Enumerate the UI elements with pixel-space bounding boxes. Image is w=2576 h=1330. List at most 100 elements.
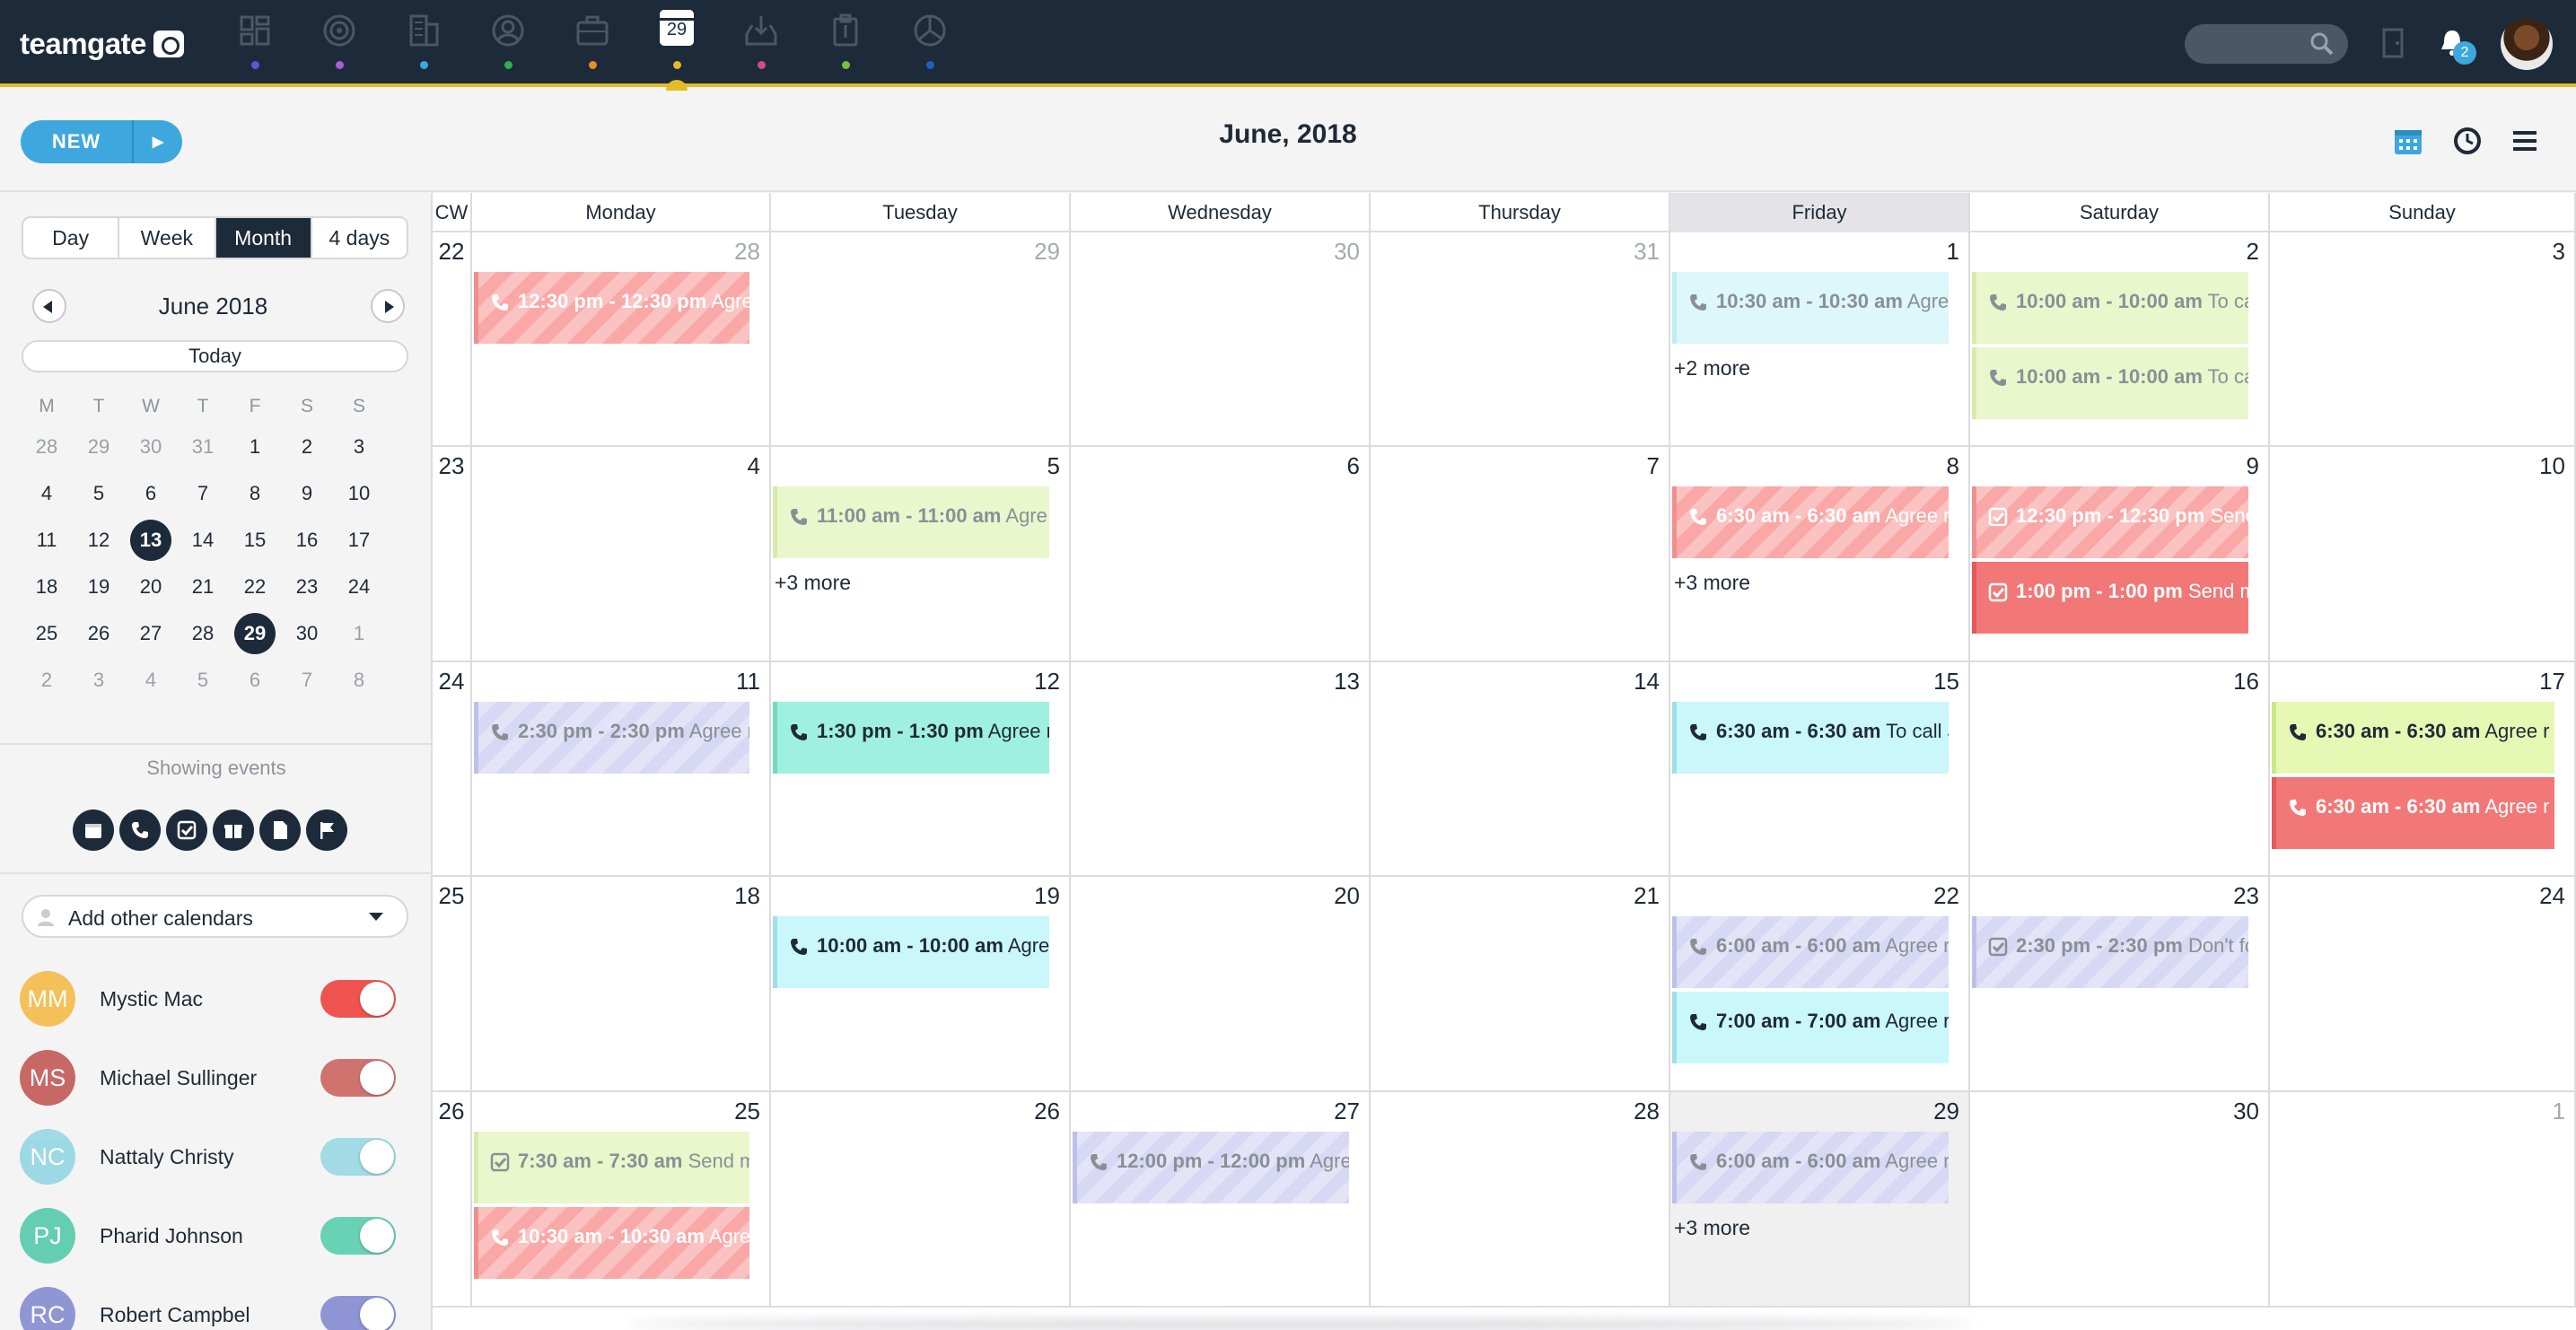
filter-calendar-icon[interactable] [73,809,114,851]
day-cell[interactable]: 22 6:00 am - 6:00 am Agree r 7:00 am - 7:0… [1670,877,1970,1090]
tab-week[interactable]: Week [119,218,216,258]
calendar-event[interactable]: 6:00 am - 6:00 am Agree r [1672,1132,1949,1203]
day-cell[interactable]: 3 [2270,232,2576,445]
day-cell[interactable]: 16 [1970,662,2270,875]
door-icon[interactable] [2375,25,2411,61]
day-cell[interactable]: 30 [1970,1092,2270,1306]
mini-day[interactable]: 14 [177,517,229,564]
calendar-event[interactable]: 7:30 am - 7:30 am Send m [474,1132,749,1203]
mini-day[interactable]: 7 [177,470,229,517]
person-calendar-toggle[interactable] [320,1059,396,1097]
person-calendar-toggle[interactable] [320,980,396,1018]
nav-calendar-button[interactable]: 29 [650,10,704,75]
calendar-event[interactable]: 7:00 am - 7:00 am Agree r [1672,992,1949,1063]
day-cell[interactable]: 31 [1371,232,1670,445]
mini-day[interactable]: 8 [229,470,281,517]
mini-day[interactable]: 18 [21,564,73,610]
day-cell[interactable]: 25 7:30 am - 7:30 am Send m 10:30 am - 10:… [472,1092,771,1306]
day-cell[interactable]: 4 [472,447,771,661]
nav-briefcase-button[interactable] [565,13,619,75]
tab-4-days[interactable]: 4 days [312,218,407,258]
mini-day[interactable]: 22 [229,564,281,610]
mini-day[interactable]: 25 [21,610,73,657]
filter-gift-icon[interactable] [213,809,254,851]
day-cell[interactable]: 13 [1071,662,1371,875]
day-cell[interactable]: 26 [771,1092,1071,1306]
calendar-event[interactable]: 10:00 am - 10:00 am To ca [1972,347,2248,419]
filter-phone-icon[interactable] [119,809,161,851]
day-cell[interactable]: 912:30 pm - 12:30 pm Senc1:00 pm - 1:00 … [1970,447,2270,661]
day-cell[interactable]: 20 [1071,877,1371,1090]
new-button[interactable]: NEW ▶ [21,120,182,163]
day-cell[interactable]: 5 11:00 am - 11:00 am Agre +3 more [771,447,1071,661]
nav-dashboard-button[interactable] [228,13,282,75]
nav-target-button[interactable] [312,13,366,75]
calendar-event[interactable]: 2:30 pm - 2:30 pm Agree r [474,702,749,774]
mini-day[interactable]: 7 [281,657,333,704]
add-other-calendars-dropdown[interactable]: Add other calendars [22,895,408,938]
mini-day[interactable]: 19 [73,564,125,610]
calendar-event[interactable]: 10:30 am - 10:30 am Agre [474,1207,749,1279]
day-cell[interactable]: 28 12:30 pm - 12:30 pm Agre [472,232,771,445]
mini-day[interactable]: 12 [73,517,125,564]
calendar-event[interactable]: 2:30 pm - 2:30 pm Don't fo [1972,916,2248,988]
mini-day[interactable]: 9 [281,470,333,517]
person-calendar-toggle[interactable] [320,1138,396,1176]
mini-day[interactable]: 1 [229,424,281,470]
mini-day[interactable]: 8 [333,657,385,704]
calendar-event[interactable]: 12:30 pm - 12:30 pm Agre [474,272,749,344]
teamgate-logo[interactable]: teamgate [20,27,184,61]
day-cell[interactable]: 7 [1371,447,1670,661]
mini-day[interactable]: 24 [333,564,385,610]
mini-day[interactable]: 26 [73,610,125,657]
calendar-event[interactable]: 1:30 pm - 1:30 pm Agree r [773,702,1049,774]
mini-day[interactable]: 3 [73,657,125,704]
filter-document-icon[interactable] [259,809,301,851]
more-events-link[interactable]: +3 more [1674,1216,1750,1240]
mini-day[interactable]: 28 [21,424,73,470]
calendar-event[interactable]: 6:30 am - 6:30 am To call J [1672,702,1949,774]
calendar-event[interactable]: 10:30 am - 10:30 am Agre [1672,272,1949,344]
day-cell[interactable]: 21 [1371,877,1670,1090]
mini-day[interactable]: 23 [281,564,333,610]
clock-icon[interactable] [2450,124,2484,158]
mini-day[interactable]: 29 [73,424,125,470]
next-month-icon[interactable] [371,289,405,323]
day-cell[interactable]: 27 12:00 pm - 12:00 pm Agre [1071,1092,1371,1306]
day-cell[interactable]: 11 2:30 pm - 2:30 pm Agree r [472,662,771,875]
mini-day[interactable]: 1 [333,610,385,657]
day-cell[interactable]: 17 6:30 am - 6:30 am Agree r 6:30 am - 6:3… [2270,662,2576,875]
mini-day[interactable]: 27 [125,610,177,657]
nav-building-button[interactable] [397,13,451,75]
more-events-link[interactable]: +2 more [1674,356,1750,381]
mini-day[interactable]: 21 [177,564,229,610]
tab-month[interactable]: Month [215,218,312,258]
calendar-event[interactable]: 12:30 pm - 12:30 pm Senc [1972,486,2248,558]
more-events-link[interactable]: +3 more [1674,571,1750,595]
day-cell[interactable]: 1 10:30 am - 10:30 am Agre +2 more [1670,232,1970,445]
calendar-view-icon[interactable] [2391,124,2425,158]
previous-month-icon[interactable] [32,289,66,323]
mini-day[interactable]: 6 [125,470,177,517]
calendar-event[interactable]: 10:00 am - 10:00 am Agre [773,916,1049,988]
person-calendar-toggle[interactable] [320,1217,396,1255]
nav-clipboard-button[interactable] [819,13,872,75]
nav-pie-chart-button[interactable] [903,13,957,75]
mini-day[interactable]: 5 [73,470,125,517]
mini-day[interactable]: 2 [21,657,73,704]
mini-day[interactable]: 13 [125,517,177,564]
mini-day[interactable]: 16 [281,517,333,564]
calendar-event[interactable]: 6:30 am - 6:30 am Agree r [1672,486,1949,558]
user-avatar[interactable] [2501,18,2553,70]
mini-day[interactable]: 28 [177,610,229,657]
day-cell[interactable]: 1 [2270,1092,2576,1306]
mini-day[interactable]: 4 [21,470,73,517]
mini-day[interactable]: 4 [125,657,177,704]
mini-day[interactable]: 15 [229,517,281,564]
day-cell[interactable]: 10 [2270,447,2576,661]
day-cell[interactable]: 29 6:00 am - 6:00 am Agree r +3 more [1670,1092,1970,1306]
day-cell[interactable]: 210:00 am - 10:00 am To ca10:00 am - 10:… [1970,232,2270,445]
person-calendar-toggle[interactable] [320,1296,396,1330]
day-cell[interactable]: 24 [2270,877,2576,1090]
mini-day[interactable]: 20 [125,564,177,610]
